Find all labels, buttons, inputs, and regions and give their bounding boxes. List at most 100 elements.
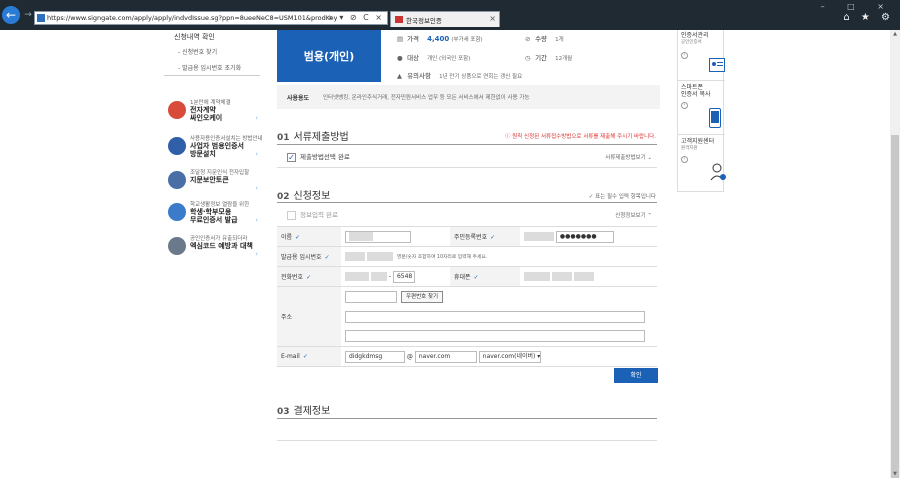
quick-title: 고객지원센터 bbox=[681, 138, 715, 145]
usage-text: 인터넷뱅킹, 온라인주식거래, 전자민원서비스 업무 등 모든 서비스에서 제한… bbox=[323, 95, 530, 101]
chevron-right-icon: › bbox=[681, 102, 688, 109]
redacted-value bbox=[345, 252, 365, 261]
browser-chrome: ← → https://www.signgate.com/apply/apply… bbox=[0, 0, 900, 30]
chevron-up-icon: ⌃ bbox=[647, 213, 652, 219]
rrn-back-input[interactable]: ●●●●●●● bbox=[555, 230, 614, 243]
submission-done-row[interactable]: ✓ 제출방법선택 완료 bbox=[287, 151, 350, 162]
count-value: 1개 bbox=[555, 37, 564, 43]
address-label: 주소 bbox=[281, 314, 293, 321]
tab-close-icon[interactable]: × bbox=[489, 14, 496, 23]
section-divider bbox=[277, 144, 657, 145]
section-title: 신청정보 bbox=[293, 191, 331, 202]
scroll-thumb[interactable] bbox=[891, 135, 899, 478]
chevron-right-icon: › bbox=[255, 216, 258, 224]
period-info: ◷ 기간 12개월 bbox=[525, 52, 572, 62]
banner-exim-code[interactable]: 공인인증서가 유출되더라 엑심코드 예방과 대책 › bbox=[168, 234, 258, 262]
banner-title: 엑심코드 예방과 대책 bbox=[190, 242, 253, 250]
notice-link[interactable]: 1년 만기 상품으로 연회는 갱신 필요 bbox=[439, 74, 522, 80]
link-find-application-no[interactable]: - 신청번호 찾기 bbox=[178, 47, 217, 56]
window-buttons[interactable]: – □ × bbox=[821, 2, 894, 11]
link-application-confirm[interactable]: 신청내역 확인 bbox=[174, 32, 215, 42]
banner-e-contract[interactable]: 1분만에 계약체결 전자계약 싸인오케이 › bbox=[168, 98, 258, 126]
phone-value-cell: - 6548 bbox=[341, 266, 450, 287]
section-title: 결제정보 bbox=[293, 406, 331, 417]
section-divider bbox=[277, 167, 657, 168]
quick-divider bbox=[678, 80, 725, 81]
redacted-value bbox=[366, 252, 393, 261]
zip-input[interactable] bbox=[345, 290, 397, 303]
notice-info: ▲ 유의사항 1년 만기 상품으로 연회는 갱신 필요 bbox=[397, 70, 522, 80]
phone-tail-input[interactable]: 6548 bbox=[392, 270, 415, 283]
submission-warning: ⓘ 원칙 신청된 서류접수방법으로 서류를 제출해 주시기 바랍니다. bbox=[504, 134, 656, 140]
scroll-down-icon[interactable]: ▼ bbox=[891, 470, 899, 478]
count-icon: ⊘ bbox=[525, 35, 531, 43]
email-domain-select[interactable]: naver.com(네이버) ▾ bbox=[478, 350, 541, 363]
address-bar-icons[interactable]: ⌕ ▾ ⊘ C × bbox=[328, 13, 384, 23]
checkbox-icon bbox=[287, 210, 296, 220]
usage-box: 사용용도 인터넷뱅킹, 온라인주식거래, 전자민원서비스 업무 등 모든 서비스… bbox=[277, 85, 660, 109]
banner-business-cert-visit[interactable]: 사용자용인증서설치는 방법안내 사업자 범용인증서 방문설치 › bbox=[168, 134, 263, 162]
banner-student-cert[interactable]: 학교생활정보 열람을 위한 학생·학부모용 무료인증서 발급 › bbox=[168, 200, 258, 228]
graduation-cap-icon bbox=[168, 203, 186, 221]
page-scrollbar[interactable]: ▲ ▼ bbox=[890, 30, 900, 478]
target-info: ● 대상 개인 (외국인 포함) bbox=[397, 52, 470, 62]
name-input[interactable] bbox=[345, 230, 411, 243]
address2-input[interactable] bbox=[345, 330, 645, 343]
back-button[interactable]: ← bbox=[2, 6, 20, 24]
usage-label: 사용용도 bbox=[287, 95, 310, 102]
name-value-cell bbox=[341, 226, 450, 247]
banner-subtitle: 1분만에 계약체결 bbox=[190, 100, 231, 106]
email-id-input[interactable]: didgkdmsg bbox=[345, 350, 405, 363]
confirm-button[interactable]: 확인 bbox=[614, 368, 658, 383]
required-check-icon: ✓ bbox=[306, 274, 312, 281]
name-label-cell: 이름 ✓ bbox=[277, 226, 341, 247]
banner-subtitle: 학교생활정보 열람을 위한 bbox=[190, 202, 250, 208]
email-at: @ bbox=[406, 353, 413, 360]
forward-button[interactable]: → bbox=[22, 9, 34, 21]
redacted-value bbox=[524, 232, 554, 241]
target-label: 대상 bbox=[407, 54, 420, 62]
email-select-value: naver.com(네이버) bbox=[482, 352, 536, 360]
section-payment-title: 03 결제정보 bbox=[277, 402, 330, 417]
chevron-right-icon: › bbox=[255, 150, 258, 158]
chevron-down-icon: ▾ bbox=[537, 352, 541, 360]
address-label-cell: 주소 bbox=[277, 286, 341, 347]
banner-subtitle: 공인인증서가 유출되더라 bbox=[190, 236, 248, 242]
required-check-icon: ✓ bbox=[302, 353, 308, 360]
info-done-row[interactable]: 정보입력 완료 bbox=[287, 209, 338, 220]
price-label: 가격 bbox=[407, 35, 420, 43]
address1-cell bbox=[341, 307, 657, 327]
section-divider bbox=[277, 202, 657, 203]
address1-input[interactable] bbox=[345, 310, 645, 323]
smartphone-icon bbox=[709, 108, 721, 130]
count-label: 수량 bbox=[535, 35, 548, 43]
product-name-box: 범용(개인) bbox=[277, 30, 381, 82]
phone-label: 전화번호 bbox=[281, 274, 304, 281]
mobile-label-cell: 휴대폰 ✓ bbox=[450, 266, 520, 287]
quick-title: 인증서관리 bbox=[681, 32, 709, 39]
mobile-label: 휴대폰 bbox=[454, 274, 471, 281]
email-domain-input[interactable]: naver.com bbox=[414, 350, 477, 363]
email-value-cell: didgkdmsg @ naver.com naver.com(네이버) ▾ bbox=[341, 346, 657, 367]
browser-tool-icons[interactable]: ⌂ ★ ⚙ bbox=[843, 12, 894, 23]
section-application-info-title: 02 신청정보 bbox=[277, 187, 330, 202]
submission-fold-toggle[interactable]: 서류제출방법보기 ⌄ bbox=[605, 153, 652, 161]
customer-center-link[interactable]: 고객지원센터 원격지원 › bbox=[681, 138, 726, 181]
address-bar[interactable]: https://www.signgate.com/apply/apply/ind… bbox=[34, 11, 388, 25]
banner-subtitle: 사용자용인증서설치는 방법안내 bbox=[190, 136, 263, 142]
smartphone-copy-link[interactable]: 스마트폰 인증서 복사 › bbox=[681, 84, 723, 128]
quick-subtitle: 공인인증서 bbox=[681, 40, 702, 45]
tab-favicon-icon bbox=[395, 16, 403, 23]
url-text[interactable]: https://www.signgate.com/apply/apply/ind… bbox=[47, 14, 337, 22]
banner-fingerprint-token[interactable]: 조달청 지문인식 전자입찰 지문보안토큰 › bbox=[168, 168, 258, 196]
chevron-right-icon: › bbox=[255, 114, 258, 122]
scroll-up-icon[interactable]: ▲ bbox=[891, 30, 899, 38]
browser-tab[interactable]: 한국정보인증 × bbox=[390, 11, 500, 27]
section-divider bbox=[277, 418, 657, 419]
zip-search-button[interactable]: 우편번호 찾기 bbox=[401, 290, 444, 303]
info-fold-toggle[interactable]: 신청정보보기 ⌃ bbox=[615, 211, 652, 219]
cert-management-link[interactable]: 인증서관리 공인인증서 › bbox=[681, 32, 725, 72]
link-reset-temp-password[interactable]: - 발급용 임시번호 초기화 bbox=[178, 63, 241, 72]
rrn-label-cell: 주민등록번호 ✓ bbox=[450, 226, 520, 247]
rrn-label: 주민등록번호 bbox=[454, 234, 488, 241]
